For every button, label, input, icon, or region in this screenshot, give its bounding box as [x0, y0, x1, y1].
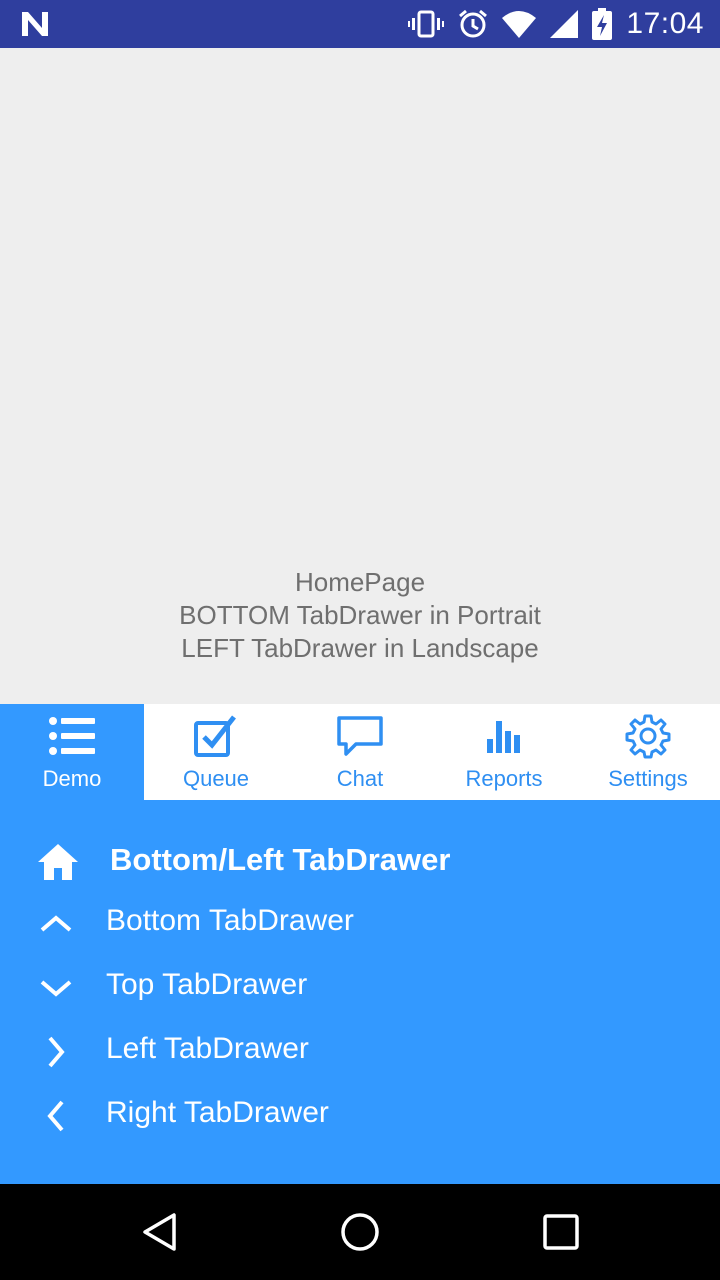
- tab-label: Settings: [608, 766, 688, 791]
- tab-bar: Demo Queue Chat Reports Settings: [0, 704, 720, 800]
- drawer-item-label: Left TabDrawer: [106, 1032, 309, 1065]
- tab-chat[interactable]: Chat: [288, 704, 432, 800]
- tab-label: Demo: [42, 766, 102, 791]
- tab-drawer: Bottom/Left TabDrawer Bottom TabDrawer T…: [0, 800, 720, 1184]
- tab-reports[interactable]: Reports: [432, 704, 576, 800]
- tab-label: Queue: [182, 766, 250, 791]
- drawer-item-bottom[interactable]: Bottom TabDrawer: [0, 898, 720, 950]
- home-line-portrait: BOTTOM TabDrawer in Portrait: [179, 600, 541, 630]
- drawer-item-top[interactable]: Top TabDrawer: [0, 962, 720, 1014]
- tab-settings[interactable]: Settings: [576, 704, 720, 800]
- home-line-landscape: LEFT TabDrawer in Landscape: [181, 633, 539, 663]
- home-message: HomePage BOTTOM TabDrawer in Portrait LE…: [0, 566, 720, 665]
- chevron-up-icon: [40, 915, 72, 932]
- back-icon[interactable]: [140, 1212, 180, 1252]
- list-icon: [48, 714, 96, 758]
- tab-demo[interactable]: Demo: [0, 704, 144, 800]
- notification-n-icon: [22, 12, 48, 36]
- gear-icon: [624, 714, 672, 759]
- drawer-item-left[interactable]: Left TabDrawer: [0, 1026, 720, 1078]
- chevron-down-icon: [40, 980, 72, 997]
- drawer-header[interactable]: Bottom/Left TabDrawer: [0, 836, 720, 888]
- tab-label: Reports: [465, 766, 543, 791]
- vibrate-icon: [408, 10, 445, 38]
- tab-label: Chat: [336, 766, 384, 791]
- bar-chart-icon: [480, 714, 528, 758]
- chevron-right-icon: [48, 1036, 65, 1068]
- drawer-item-label: Bottom TabDrawer: [106, 904, 354, 937]
- chat-bubble-icon: [336, 714, 384, 758]
- battery-charging-icon: [592, 8, 613, 40]
- checkbox-icon: [192, 714, 240, 758]
- drawer-title: Bottom/Left TabDrawer: [110, 842, 451, 877]
- signal-icon: [550, 10, 579, 38]
- wifi-icon: [502, 11, 537, 38]
- system-nav-bar: [0, 1184, 720, 1280]
- home-title: HomePage: [294, 567, 426, 597]
- recents-icon[interactable]: [541, 1212, 581, 1252]
- home-button-icon[interactable]: [340, 1212, 380, 1252]
- drawer-item-right[interactable]: Right TabDrawer: [0, 1090, 720, 1142]
- chevron-left-icon: [47, 1100, 64, 1132]
- status-bar: 17:04: [0, 0, 720, 48]
- home-icon: [38, 844, 78, 880]
- clock: 17:04: [626, 7, 704, 40]
- drawer-item-label: Top TabDrawer: [106, 968, 308, 1001]
- alarm-icon: [459, 9, 488, 38]
- tab-queue[interactable]: Queue: [144, 704, 288, 800]
- drawer-item-label: Right TabDrawer: [106, 1096, 329, 1129]
